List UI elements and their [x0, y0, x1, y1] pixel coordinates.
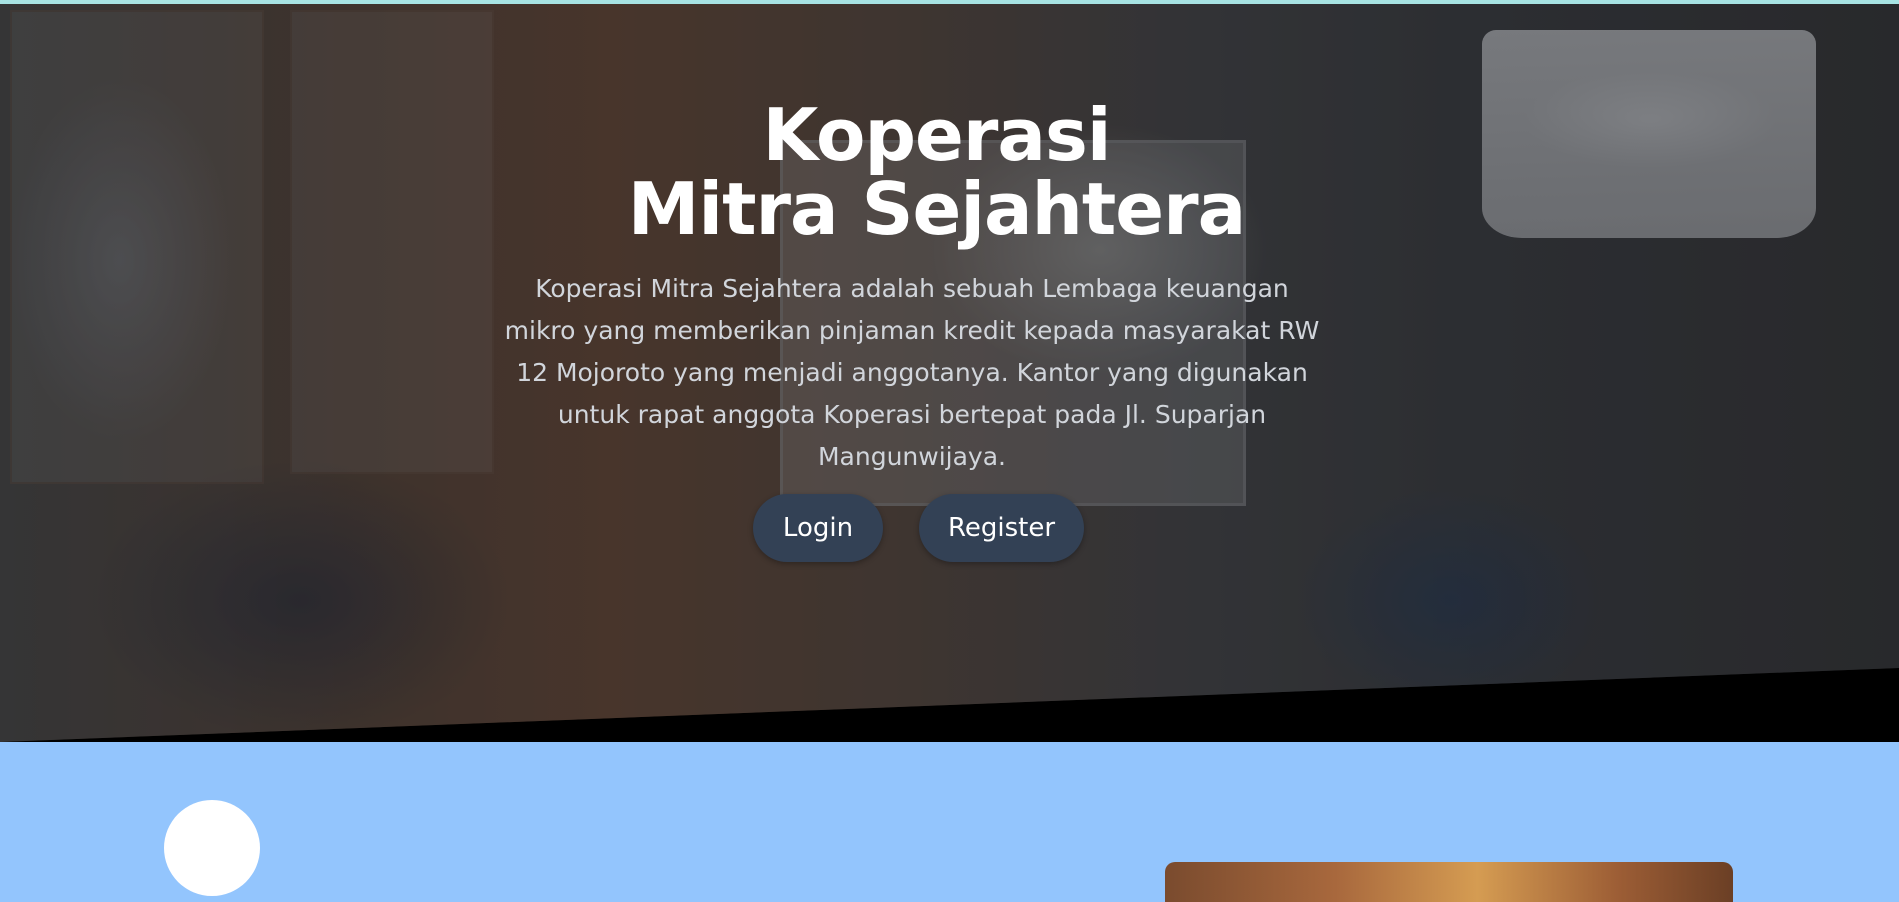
hero-title-line-2: Mitra Sejahtera	[627, 167, 1246, 251]
hero-section: Koperasi Mitra Sejahtera Koperasi Mitra …	[0, 0, 1899, 742]
about-section	[0, 742, 1899, 902]
top-accent-line	[0, 0, 1899, 4]
login-button[interactable]: Login	[753, 494, 883, 562]
about-photo	[1165, 862, 1733, 902]
hero-description: Koperasi Mitra Sejahtera adalah sebuah L…	[504, 274, 1320, 471]
avatar-circle	[164, 800, 260, 896]
register-button[interactable]: Register	[919, 494, 1084, 562]
hero-title-line-1: Koperasi	[762, 93, 1112, 177]
